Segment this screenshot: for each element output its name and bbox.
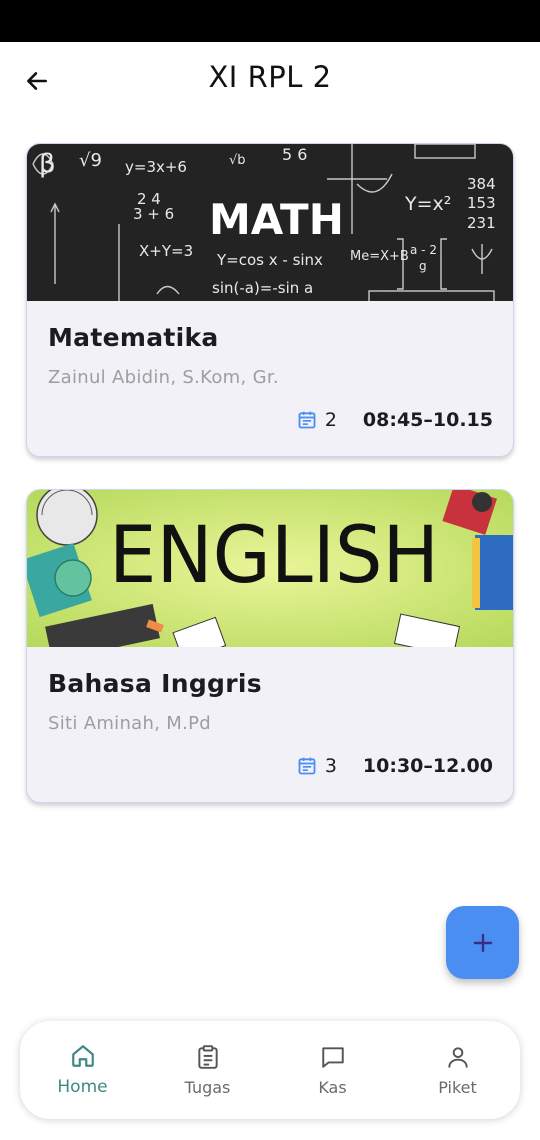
svg-text:g: g xyxy=(419,259,427,273)
svg-text:Me=X+B: Me=X+B xyxy=(350,249,409,264)
subject-name: Matematika xyxy=(48,323,219,352)
time-range: 08:45–10.15 xyxy=(362,409,493,431)
schedule-info: 3 10:30–12.00 xyxy=(297,755,493,777)
svg-text:Y=x²: Y=x² xyxy=(404,193,451,215)
svg-text:X+Y=3: X+Y=3 xyxy=(139,242,193,260)
svg-text:3 + 6: 3 + 6 xyxy=(133,205,174,223)
calendar-icon xyxy=(297,410,317,430)
card-body: Bahasa Inggris Siti Aminah, M.Pd 3 10:30… xyxy=(27,647,513,802)
nav-item-piket[interactable]: Piket xyxy=(395,1021,520,1119)
banner-word: ENGLISH xyxy=(109,511,439,601)
class-card-matematika[interactable]: β √9 y=3x+6 2 4 3 + 6 X+Y=3 √b 5 6 Y=cos… xyxy=(26,143,514,457)
english-banner-image: ENGLISH xyxy=(27,490,513,647)
day-number: 3 xyxy=(324,755,337,777)
status-bar xyxy=(0,0,540,42)
chat-icon xyxy=(321,1046,344,1068)
svg-text:384: 384 xyxy=(467,175,496,193)
nav-item-home[interactable]: Home xyxy=(20,1021,145,1119)
svg-text:β: β xyxy=(39,149,56,179)
class-card-bahasa-inggris[interactable]: ENGLISH Bahasa Inggris Siti Aminah, M.Pd… xyxy=(26,489,514,803)
nav-item-kas[interactable]: Kas xyxy=(270,1021,395,1119)
home-icon xyxy=(71,1045,94,1067)
teacher-name: Siti Aminah, M.Pd xyxy=(48,713,211,734)
schedule-info: 2 08:45–10.15 xyxy=(297,409,493,431)
svg-text:sin(-a)=-sin a: sin(-a)=-sin a xyxy=(212,279,313,297)
person-icon xyxy=(447,1046,468,1068)
nav-item-tugas[interactable]: Tugas xyxy=(145,1021,270,1119)
svg-text:231: 231 xyxy=(467,214,496,232)
plus-icon xyxy=(473,933,492,952)
subject-name: Bahasa Inggris xyxy=(48,669,262,698)
calendar-icon xyxy=(297,756,317,776)
card-body: Matematika Zainul Abidin, S.Kom, Gr. 2 0… xyxy=(27,301,513,456)
nav-label-home: Home xyxy=(57,1077,108,1097)
day-number: 2 xyxy=(324,409,337,431)
svg-text:5 6: 5 6 xyxy=(282,145,307,164)
time-range: 10:30–12.00 xyxy=(362,755,493,777)
nav-label-tugas: Tugas xyxy=(184,1077,231,1097)
svg-text:Y=cos x - sinx: Y=cos x - sinx xyxy=(216,251,323,269)
clipboard-icon xyxy=(197,1044,218,1069)
svg-text:153: 153 xyxy=(467,194,496,212)
svg-text:√b: √b xyxy=(229,153,246,168)
add-class-button[interactable] xyxy=(446,906,519,979)
svg-text:y=3x+6: y=3x+6 xyxy=(125,158,187,176)
math-banner-image: β √9 y=3x+6 2 4 3 + 6 X+Y=3 √b 5 6 Y=cos… xyxy=(27,144,513,301)
svg-text:a - 2: a - 2 xyxy=(410,243,437,257)
nav-label-piket: Piket xyxy=(438,1077,477,1097)
svg-text:√9: √9 xyxy=(79,150,102,171)
teacher-name: Zainul Abidin, S.Kom, Gr. xyxy=(48,367,279,388)
banner-word: MATH xyxy=(209,195,344,244)
page-title: XI RPL 2 xyxy=(208,60,332,94)
bottom-navigation: Home Tugas Kas Piket xyxy=(20,1021,520,1119)
nav-label-kas: Kas xyxy=(318,1077,347,1097)
app-bar: XI RPL 2 xyxy=(0,42,540,118)
